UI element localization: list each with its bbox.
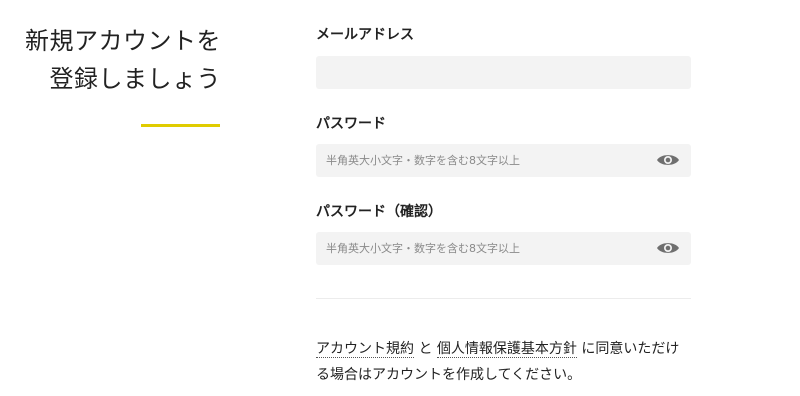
account-terms-link[interactable]: アカウント規約 — [316, 341, 414, 358]
password-field[interactable] — [316, 144, 691, 177]
password-label: パスワード — [316, 116, 386, 132]
page-heading-line-1: 新規アカウントを — [25, 27, 221, 55]
page-heading-line-2: 登録しましょう — [49, 65, 221, 93]
eye-icon[interactable] — [656, 240, 680, 256]
email-label: メールアドレス — [316, 27, 414, 43]
privacy-policy-link[interactable]: 個人情報保護基本方針 — [436, 341, 577, 358]
terms-connector: と — [414, 341, 437, 357]
page-heading: 新規アカウントを 登録しましょう — [0, 22, 221, 98]
form-divider — [316, 298, 691, 299]
password-confirm-label: パスワード（確認） — [316, 204, 442, 220]
terms-consent-text: アカウント規約 と 個人情報保護基本方針 に同意いただける場合はアカウントを作成… — [316, 336, 691, 388]
heading-accent-bar — [141, 124, 220, 127]
eye-icon[interactable] — [656, 152, 680, 168]
email-field[interactable] — [316, 56, 691, 89]
password-confirm-field[interactable] — [316, 232, 691, 265]
